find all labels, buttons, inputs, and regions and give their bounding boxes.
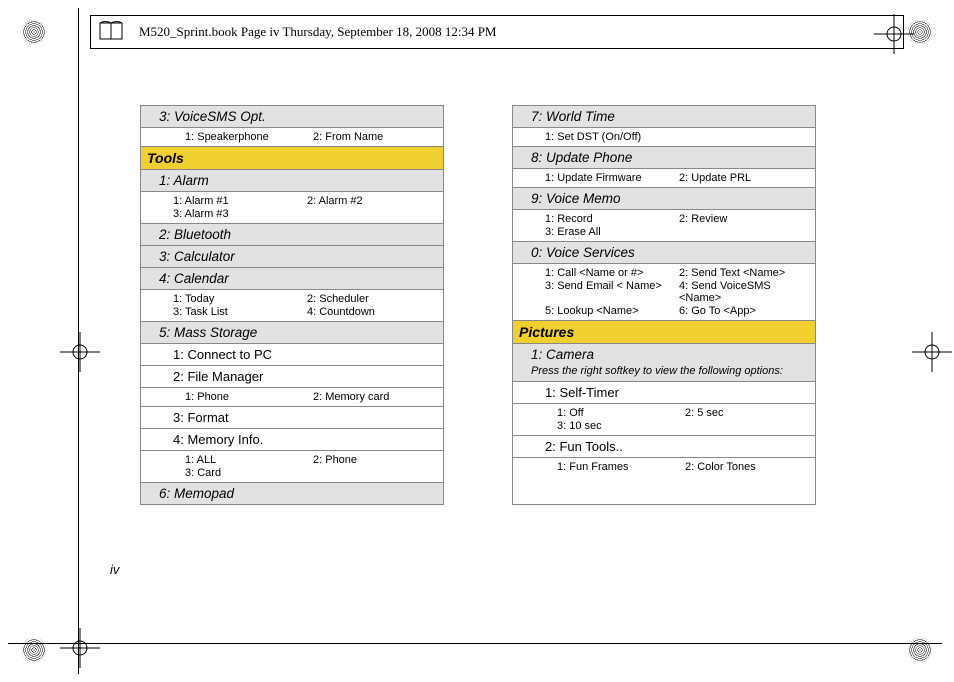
- opt: 3: Send Email < Name>: [545, 280, 675, 304]
- right-column: 7: World Time 1: Set DST (On/Off) 8: Upd…: [512, 105, 816, 505]
- opt: 2: Review: [679, 213, 809, 225]
- item-calculator: 3: Calculator: [141, 246, 443, 268]
- opt: 2: Memory card: [313, 391, 437, 403]
- opts-voice-services: 1: Call <Name or #> 2: Send Text <Name> …: [513, 264, 815, 321]
- item-voicesms: 3: VoiceSMS Opt.: [141, 106, 443, 128]
- item-format: 3: Format: [141, 407, 443, 429]
- item-memory-info: 4: Memory Info.: [141, 429, 443, 451]
- item-fun-tools: 2: Fun Tools..: [513, 436, 815, 458]
- horizontal-rule: [8, 643, 942, 644]
- opt: 3: Task List: [173, 306, 303, 318]
- opts-voicesms: 1: Speakerphone 2: From Name: [141, 128, 443, 147]
- opt: 1: Record: [545, 213, 675, 225]
- opt: 5: Lookup <Name>: [545, 305, 675, 317]
- opt: 1: Speakerphone: [185, 131, 309, 143]
- registration-icon: [22, 20, 46, 44]
- header-text: M520_Sprint.book Page iv Thursday, Septe…: [131, 24, 497, 40]
- item-world-time: 7: World Time: [513, 106, 815, 128]
- opt: 1: ALL: [185, 454, 309, 466]
- item-update-phone: 8: Update Phone: [513, 147, 815, 169]
- cross-mark-icon: [60, 628, 100, 668]
- opt: 1: Phone: [185, 391, 309, 403]
- vertical-rule: [78, 8, 79, 674]
- section-tools: Tools: [141, 147, 443, 170]
- opts-world-time: 1: Set DST (On/Off): [513, 128, 815, 147]
- registration-icon: [22, 638, 46, 662]
- opts-memory-info: 1: ALL 2: Phone 3: Card: [141, 451, 443, 483]
- opt: 1: Fun Frames: [557, 461, 681, 473]
- item-voice-services: 0: Voice Services: [513, 242, 815, 264]
- item-calendar: 4: Calendar: [141, 268, 443, 290]
- content-columns: 3: VoiceSMS Opt. 1: Speakerphone 2: From…: [140, 105, 816, 505]
- opt: 2: Update PRL: [679, 172, 809, 184]
- item-alarm: 1: Alarm: [141, 170, 443, 192]
- opt: 2: Phone: [313, 454, 437, 466]
- item-bluetooth: 2: Bluetooth: [141, 224, 443, 246]
- registration-icon: [908, 20, 932, 44]
- item-memopad: 6: Memopad: [141, 483, 443, 504]
- opt: 1: Update Firmware: [545, 172, 675, 184]
- opt: 2: From Name: [313, 131, 437, 143]
- item-mass-storage: 5: Mass Storage: [141, 322, 443, 344]
- opts-file-manager: 1: Phone 2: Memory card: [141, 388, 443, 407]
- opt: 3: Alarm #3: [173, 208, 303, 220]
- opt: 2: Scheduler: [307, 293, 437, 305]
- opts-alarm: 1: Alarm #1 2: Alarm #2 3: Alarm #3: [141, 192, 443, 224]
- cross-mark-icon: [912, 332, 952, 372]
- opts-calendar: 1: Today 2: Scheduler 3: Task List 4: Co…: [141, 290, 443, 322]
- registration-icon: [908, 638, 932, 662]
- opt: 2: Alarm #2: [307, 195, 437, 207]
- item-file-manager: 2: File Manager: [141, 366, 443, 388]
- section-pictures: Pictures: [513, 321, 815, 344]
- item-voice-memo: 9: Voice Memo: [513, 188, 815, 210]
- camera-note: Press the right softkey to view the foll…: [513, 365, 815, 382]
- opt: 1: Today: [173, 293, 303, 305]
- opts-update-phone: 1: Update Firmware 2: Update PRL: [513, 169, 815, 188]
- cross-mark-icon: [60, 332, 100, 372]
- opts-voice-memo: 1: Record 2: Review 3: Erase All: [513, 210, 815, 242]
- opt: 4: Countdown: [307, 306, 437, 318]
- opt: 1: Call <Name or #>: [545, 267, 675, 279]
- item-camera: 1: Camera: [513, 344, 815, 365]
- item-connect-pc: 1: Connect to PC: [141, 344, 443, 366]
- opt: 6: Go To <App>: [679, 305, 809, 317]
- item-self-timer: 1: Self-Timer: [513, 382, 815, 404]
- opt: 3: Erase All: [545, 226, 675, 238]
- opt: 1: Alarm #1: [173, 195, 303, 207]
- opt: 4: Send VoiceSMS <Name>: [679, 280, 809, 304]
- opts-self-timer: 1: Off 2: 5 sec 3: 10 sec: [513, 404, 815, 436]
- opt: 2: 5 sec: [685, 407, 809, 419]
- opt: 1: Set DST (On/Off): [545, 131, 675, 143]
- book-icon: [97, 18, 125, 46]
- opt: 1: Off: [557, 407, 681, 419]
- opt: 3: 10 sec: [557, 420, 681, 432]
- left-column: 3: VoiceSMS Opt. 1: Speakerphone 2: From…: [140, 105, 444, 505]
- opt: 2: Send Text <Name>: [679, 267, 809, 279]
- page-header: M520_Sprint.book Page iv Thursday, Septe…: [90, 15, 904, 49]
- page-number: iv: [110, 562, 119, 577]
- opts-fun-tools: 1: Fun Frames 2: Color Tones: [513, 458, 815, 476]
- opt: 3: Card: [185, 467, 309, 479]
- opt: 2: Color Tones: [685, 461, 809, 473]
